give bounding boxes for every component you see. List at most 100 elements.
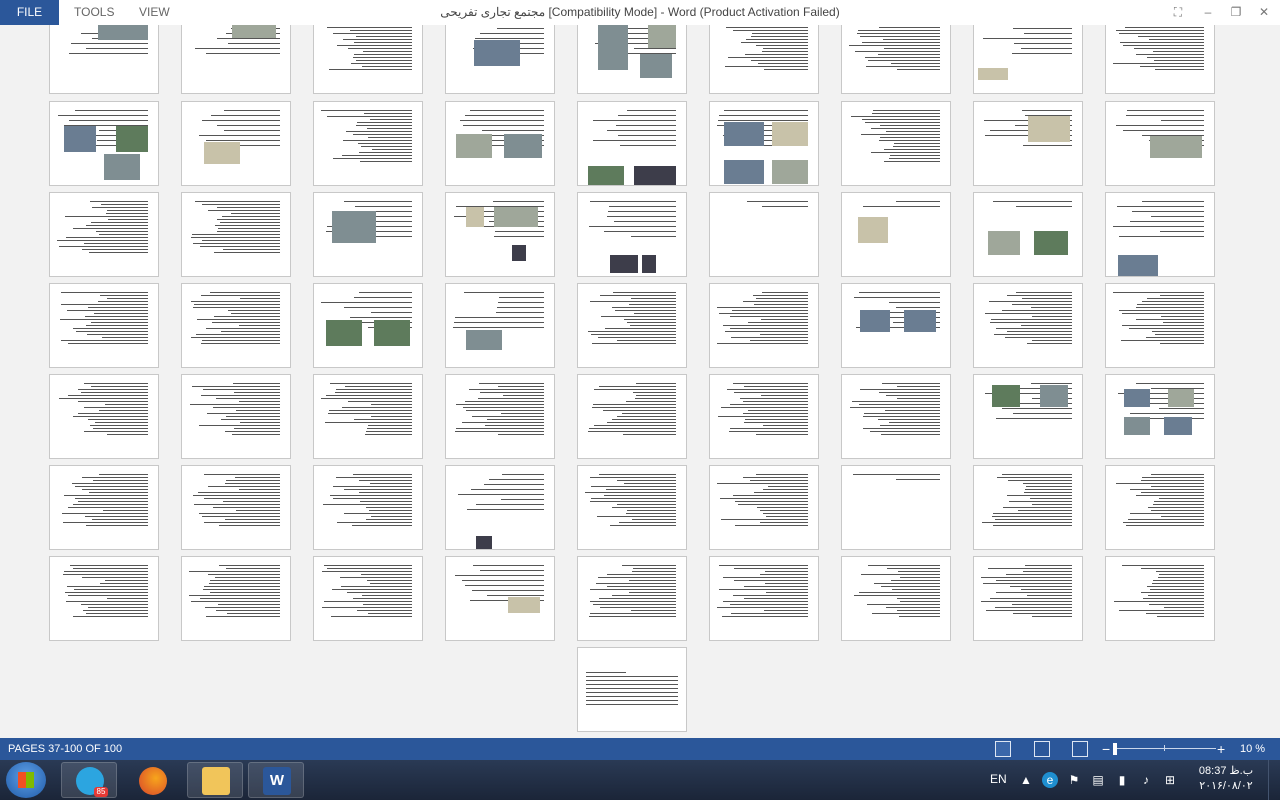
show-hidden-icons-icon[interactable]: ▲ xyxy=(1018,772,1034,788)
page-thumbnail[interactable] xyxy=(973,556,1083,641)
network-alert-icon[interactable]: ⚑ xyxy=(1066,772,1082,788)
zoom-slider-thumb[interactable] xyxy=(1113,743,1117,755)
show-desktop-button[interactable] xyxy=(1268,760,1280,800)
text-line xyxy=(105,580,148,581)
page-thumbnail[interactable] xyxy=(49,283,159,368)
device-icon[interactable]: ▤ xyxy=(1090,772,1106,788)
page-thumbnail[interactable] xyxy=(577,465,687,550)
page-thumbnail[interactable] xyxy=(181,25,291,94)
page-thumbnail[interactable] xyxy=(973,25,1083,94)
page-thumbnail[interactable] xyxy=(445,556,555,641)
start-button[interactable] xyxy=(6,762,46,798)
page-thumbnail[interactable] xyxy=(181,283,291,368)
page-thumbnail[interactable] xyxy=(445,374,555,459)
page-thumbnail[interactable] xyxy=(577,647,687,732)
page-thumbnail[interactable] xyxy=(49,101,159,186)
page-thumbnail[interactable] xyxy=(445,25,555,94)
zoom-slider[interactable] xyxy=(1114,748,1216,749)
read-mode-icon[interactable] xyxy=(995,741,1011,757)
tab-tools[interactable]: TOOLS xyxy=(74,0,114,25)
page-thumbnail[interactable] xyxy=(49,556,159,641)
zoom-in-button[interactable]: + xyxy=(1217,738,1225,760)
page-thumbnail[interactable] xyxy=(445,192,555,277)
page-thumbnail[interactable] xyxy=(841,465,951,550)
web-layout-icon[interactable] xyxy=(1072,741,1088,757)
page-thumbnail[interactable] xyxy=(181,192,291,277)
page-thumbnail[interactable] xyxy=(181,374,291,459)
page-thumbnail[interactable] xyxy=(445,101,555,186)
windows-action-icon[interactable]: ⊞ xyxy=(1162,772,1178,788)
page-thumbnail[interactable] xyxy=(577,25,687,94)
minimize-button[interactable]: – xyxy=(1198,3,1218,21)
page-thumbnail[interactable] xyxy=(49,192,159,277)
language-indicator[interactable]: EN xyxy=(990,760,1007,798)
page-thumbnail[interactable] xyxy=(841,25,951,94)
page-thumbnail[interactable] xyxy=(49,465,159,550)
page-thumbnail[interactable] xyxy=(709,556,819,641)
page-thumbnail[interactable] xyxy=(841,283,951,368)
page-thumbnail[interactable] xyxy=(49,25,159,94)
page-thumbnail[interactable] xyxy=(973,374,1083,459)
signal-icon[interactable]: ▮ xyxy=(1114,772,1130,788)
taskbar-app-firefox[interactable] xyxy=(124,762,180,798)
taskbar-app-word[interactable]: W xyxy=(248,762,304,798)
page-thumbnail[interactable] xyxy=(313,192,423,277)
page-thumbnail[interactable] xyxy=(709,465,819,550)
page-thumbnail[interactable] xyxy=(1105,192,1215,277)
page-thumbnail[interactable] xyxy=(841,374,951,459)
page-thumbnail[interactable] xyxy=(577,101,687,186)
page-thumbnail[interactable] xyxy=(841,556,951,641)
taskbar-app-telegram[interactable]: 85 xyxy=(61,762,117,798)
page-thumbnail[interactable] xyxy=(709,374,819,459)
print-layout-icon[interactable] xyxy=(1034,741,1050,757)
page-thumbnail[interactable] xyxy=(1105,283,1215,368)
page-thumbnail[interactable] xyxy=(181,556,291,641)
page-count-status[interactable]: PAGES 37-100 OF 100 xyxy=(8,738,122,760)
zoom-level[interactable]: 10 % xyxy=(1240,738,1265,760)
full-screen-icon[interactable]: ⛶ xyxy=(1168,3,1188,21)
taskbar-app-explorer[interactable] xyxy=(187,762,243,798)
page-thumbnail[interactable] xyxy=(313,465,423,550)
page-image xyxy=(512,245,526,261)
text-line xyxy=(107,598,148,599)
page-thumbnail[interactable] xyxy=(709,283,819,368)
page-thumbnail[interactable] xyxy=(973,283,1083,368)
page-thumbnail[interactable] xyxy=(709,25,819,94)
page-thumbnail[interactable] xyxy=(973,101,1083,186)
page-thumbnail[interactable] xyxy=(973,192,1083,277)
page-thumbnail[interactable] xyxy=(181,101,291,186)
clock[interactable]: 08:37 ب.ظ ۲۰۱۶/۰۸/۰۲ xyxy=(1196,764,1256,794)
restore-button[interactable]: ❐ xyxy=(1226,3,1246,21)
browser-tray-icon[interactable]: e xyxy=(1042,772,1058,788)
page-thumbnail[interactable] xyxy=(181,465,291,550)
page-thumbnail[interactable] xyxy=(49,374,159,459)
page-thumbnail[interactable] xyxy=(313,25,423,94)
page-thumbnail[interactable] xyxy=(1105,101,1215,186)
close-button[interactable]: ✕ xyxy=(1254,3,1274,21)
page-thumbnail[interactable] xyxy=(577,283,687,368)
page-thumbnail[interactable] xyxy=(313,283,423,368)
page-thumbnail[interactable] xyxy=(1105,465,1215,550)
page-thumbnail[interactable] xyxy=(841,192,951,277)
document-area[interactable] xyxy=(0,25,1280,738)
page-thumbnail[interactable] xyxy=(1105,374,1215,459)
tab-file[interactable]: FILE xyxy=(0,0,59,25)
page-thumbnail[interactable] xyxy=(313,556,423,641)
page-thumbnail[interactable] xyxy=(445,283,555,368)
page-thumbnail[interactable] xyxy=(313,374,423,459)
page-thumbnail[interactable] xyxy=(841,101,951,186)
page-thumbnail[interactable] xyxy=(709,101,819,186)
page-thumbnail[interactable] xyxy=(1105,25,1215,94)
page-thumbnail[interactable] xyxy=(313,101,423,186)
page-thumbnail[interactable] xyxy=(709,192,819,277)
page-thumbnail[interactable] xyxy=(1105,556,1215,641)
page-thumbnail[interactable] xyxy=(973,465,1083,550)
page-thumbnail[interactable] xyxy=(577,374,687,459)
page-thumbnail[interactable] xyxy=(577,192,687,277)
page-thumbnail[interactable] xyxy=(577,556,687,641)
text-line xyxy=(213,407,280,408)
tab-view[interactable]: VIEW xyxy=(139,0,170,25)
volume-icon[interactable]: ♪ xyxy=(1138,772,1154,788)
page-thumbnail[interactable] xyxy=(445,465,555,550)
zoom-out-button[interactable]: − xyxy=(1102,738,1110,760)
